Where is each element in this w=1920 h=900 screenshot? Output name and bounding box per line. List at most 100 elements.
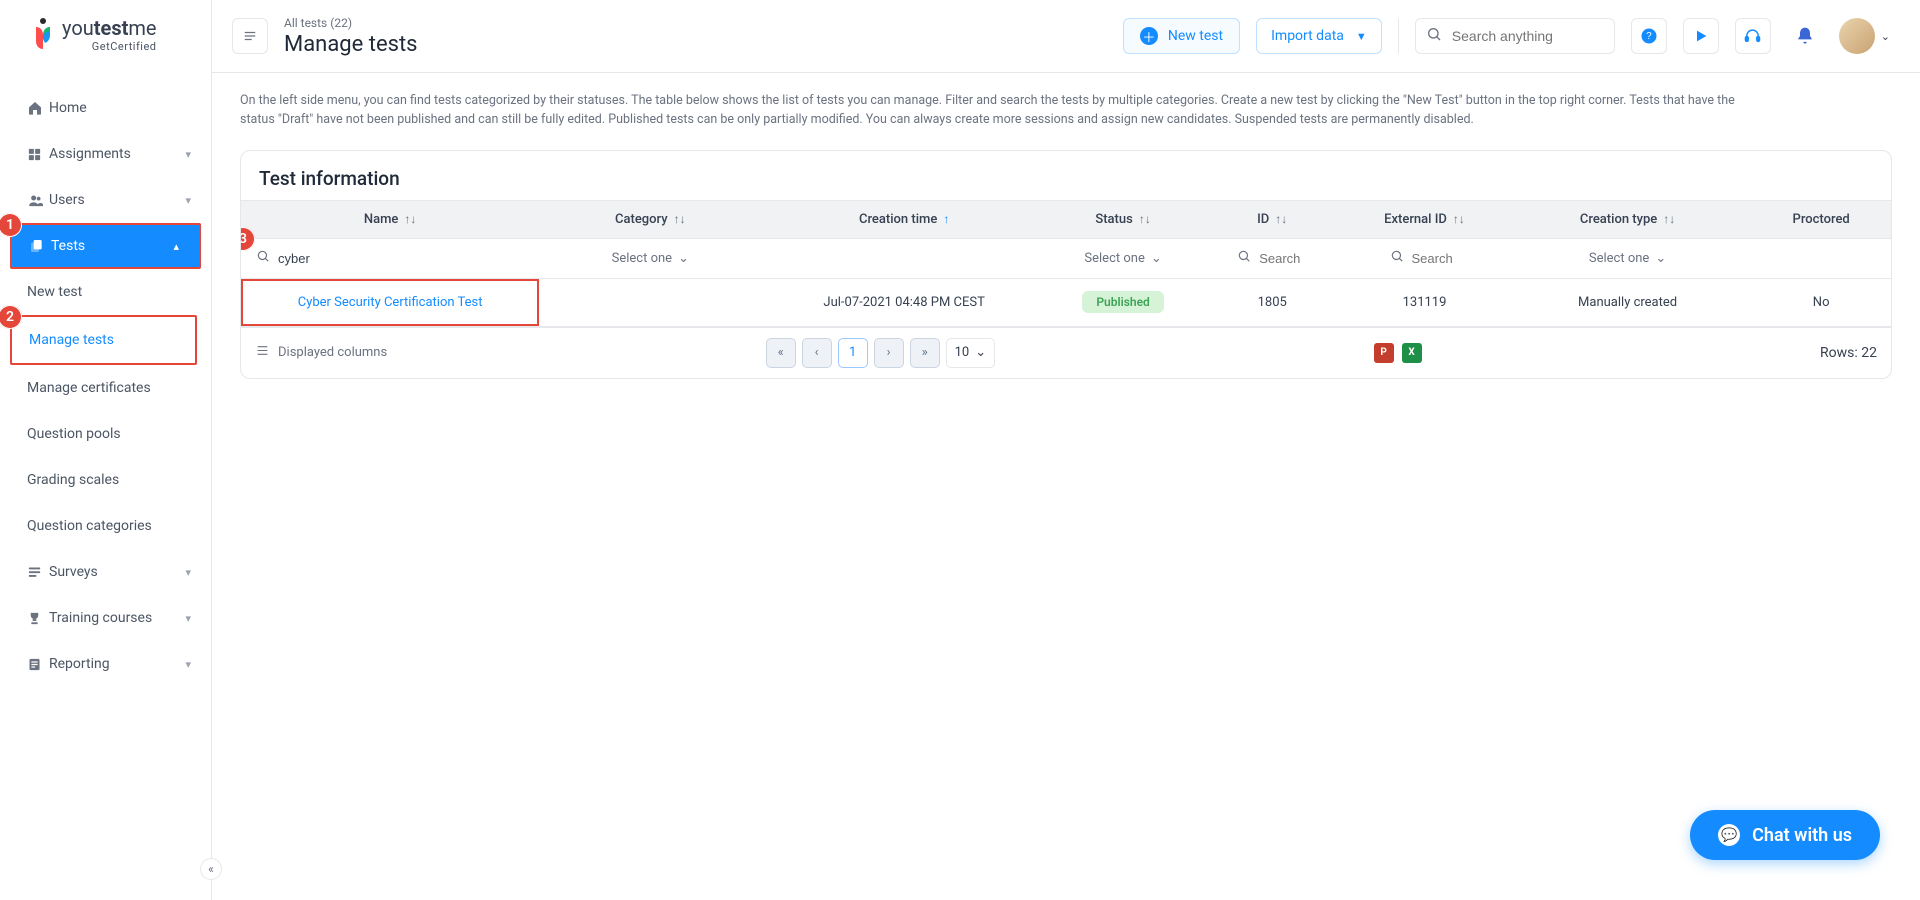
intro-text: On the left side menu, you can find test… — [240, 91, 1760, 130]
nav-surveys[interactable]: Surveys ▾ — [0, 549, 211, 595]
cell-category — [539, 278, 761, 326]
pager-page-1[interactable]: 1 — [838, 338, 868, 368]
button-label: New test — [1168, 28, 1223, 44]
columns-icon — [255, 344, 270, 361]
page-size-select[interactable]: 10⌄ — [946, 338, 996, 368]
play-button[interactable] — [1683, 18, 1719, 54]
caret-down-icon: ▼ — [1356, 30, 1367, 43]
brand-text: youtestme — [62, 18, 157, 38]
filter-name-input[interactable] — [276, 250, 524, 267]
sort-icon: ↑↓ — [1663, 212, 1675, 226]
grid-icon — [27, 147, 49, 162]
search-input[interactable] — [1450, 27, 1604, 45]
button-label: Import data — [1271, 28, 1344, 44]
cell-external-id: 131119 — [1345, 278, 1504, 326]
tests-sub-question-categories[interactable]: Question categories — [0, 503, 211, 549]
nav-training[interactable]: Training courses ▾ — [0, 595, 211, 641]
sort-icon: ↑↓ — [404, 212, 416, 226]
table-footer: Displayed columns « ‹ 1 › » 10⌄ P X Row — [241, 327, 1891, 378]
chevron-down-icon: ▾ — [185, 194, 191, 207]
sort-icon: ↑↓ — [674, 212, 686, 226]
test-name-link[interactable]: Cyber Security Certification Test — [298, 295, 483, 310]
new-test-button[interactable]: ＋ New test — [1123, 18, 1240, 54]
tests-sub-question-pools[interactable]: Question pools — [0, 411, 211, 457]
pager-next[interactable]: › — [874, 338, 904, 368]
col-category[interactable]: Category↑↓ — [539, 200, 761, 238]
svg-text:?: ? — [1646, 31, 1652, 42]
test-info-panel: Test information Name↑↓ Category↑↓ Creat… — [240, 150, 1892, 379]
topbar: All tests (22) Manage tests ＋ New test I… — [212, 0, 1920, 73]
tests-sub-manage[interactable]: Manage tests — [12, 317, 195, 363]
nav: Home Assignments ▾ Users ▾ 1 — [0, 85, 211, 687]
pager-last[interactable]: » — [910, 338, 940, 368]
filter-id-input[interactable] — [1257, 250, 1307, 267]
users-icon — [27, 193, 49, 208]
support-button[interactable] — [1735, 18, 1771, 54]
main: All tests (22) Manage tests ＋ New test I… — [212, 0, 1920, 900]
pager-prev[interactable]: ‹ — [802, 338, 832, 368]
nav-label: Surveys — [49, 564, 98, 580]
table-row[interactable]: Cyber Security Certification Test Jul-07… — [241, 278, 1891, 326]
report-icon — [27, 657, 49, 672]
export-excel-icon[interactable]: X — [1402, 343, 1422, 363]
nav-sub-label: New test — [27, 284, 82, 300]
page-title: Manage tests — [284, 32, 418, 57]
notifications-button[interactable] — [1787, 18, 1823, 54]
tests-sub-certificates[interactable]: Manage certificates — [0, 365, 211, 411]
nav-sub-label: Manage certificates — [27, 380, 151, 396]
chat-fab[interactable]: 💬 Chat with us — [1690, 810, 1880, 860]
trophy-icon — [27, 611, 49, 626]
home-icon — [27, 100, 49, 116]
col-external-id[interactable]: External ID↑↓ — [1345, 200, 1504, 238]
cell-creation-time: Jul-07-2021 04:48 PM CEST — [761, 278, 1047, 326]
help-button[interactable]: ? — [1631, 18, 1667, 54]
user-menu[interactable]: ⌄ — [1839, 18, 1890, 54]
chat-icon: 💬 — [1718, 824, 1740, 846]
export-icons: P X — [1374, 343, 1422, 363]
nav-users[interactable]: Users ▾ — [0, 177, 211, 223]
filter-status-select[interactable]: Select one ⌄ — [1084, 251, 1161, 266]
pager-first[interactable]: « — [766, 338, 796, 368]
separator — [1398, 18, 1399, 54]
content: On the left side menu, you can find test… — [212, 73, 1920, 900]
export-pdf-icon[interactable]: P — [1374, 343, 1394, 363]
label: Displayed columns — [278, 345, 387, 360]
chevron-down-icon: ▾ — [185, 612, 191, 625]
chevron-down-icon: ⌄ — [1881, 30, 1890, 43]
sort-icon: ↑↓ — [1275, 212, 1287, 226]
col-creation-time[interactable]: Creation time↑ — [761, 200, 1047, 238]
col-creation-type[interactable]: Creation type↑↓ — [1504, 200, 1751, 238]
chevron-down-icon: ⌄ — [975, 345, 986, 360]
displayed-columns-button[interactable]: Displayed columns — [255, 344, 387, 361]
col-status[interactable]: Status↑↓ — [1047, 200, 1199, 238]
nav-sub-label: Question pools — [27, 426, 121, 442]
col-name[interactable]: Name↑↓ — [241, 200, 539, 238]
nav-home[interactable]: Home — [0, 85, 211, 131]
search-icon — [1426, 26, 1442, 46]
sort-icon: ↑↓ — [1453, 212, 1465, 226]
nav-label: Home — [49, 100, 87, 116]
filter-creation-type-select[interactable]: Select one ⌄ — [1589, 251, 1666, 266]
col-id[interactable]: ID↑↓ — [1199, 200, 1345, 238]
nav-label: Training courses — [49, 610, 152, 626]
brand-sub: GetCertified — [62, 41, 157, 52]
nav-tests[interactable]: Tests ▴ — [12, 225, 199, 267]
search-icon — [256, 249, 270, 267]
filter-extid-input[interactable] — [1410, 250, 1460, 267]
tests-sub-grading-scales[interactable]: Grading scales — [0, 457, 211, 503]
hamburger-button[interactable] — [232, 18, 268, 54]
import-data-button[interactable]: Import data ▼ — [1256, 18, 1382, 54]
nav-label: Users — [49, 192, 85, 208]
tests-sub-new[interactable]: New test — [0, 269, 211, 315]
global-search[interactable] — [1415, 18, 1615, 54]
collapse-sidebar-button[interactable]: « — [200, 858, 222, 880]
nav-label: Tests — [51, 238, 85, 254]
nav-assignments[interactable]: Assignments ▾ — [0, 131, 211, 177]
nav-sub-label: Manage tests — [29, 332, 114, 348]
col-proctored[interactable]: Proctored — [1751, 200, 1891, 238]
search-icon — [1237, 249, 1251, 267]
filter-category-select[interactable]: Select one ⌄ — [612, 251, 689, 266]
plus-icon: ＋ — [1140, 27, 1158, 45]
brand-logo: youtestme GetCertified — [0, 12, 211, 75]
nav-reporting[interactable]: Reporting ▾ — [0, 641, 211, 687]
